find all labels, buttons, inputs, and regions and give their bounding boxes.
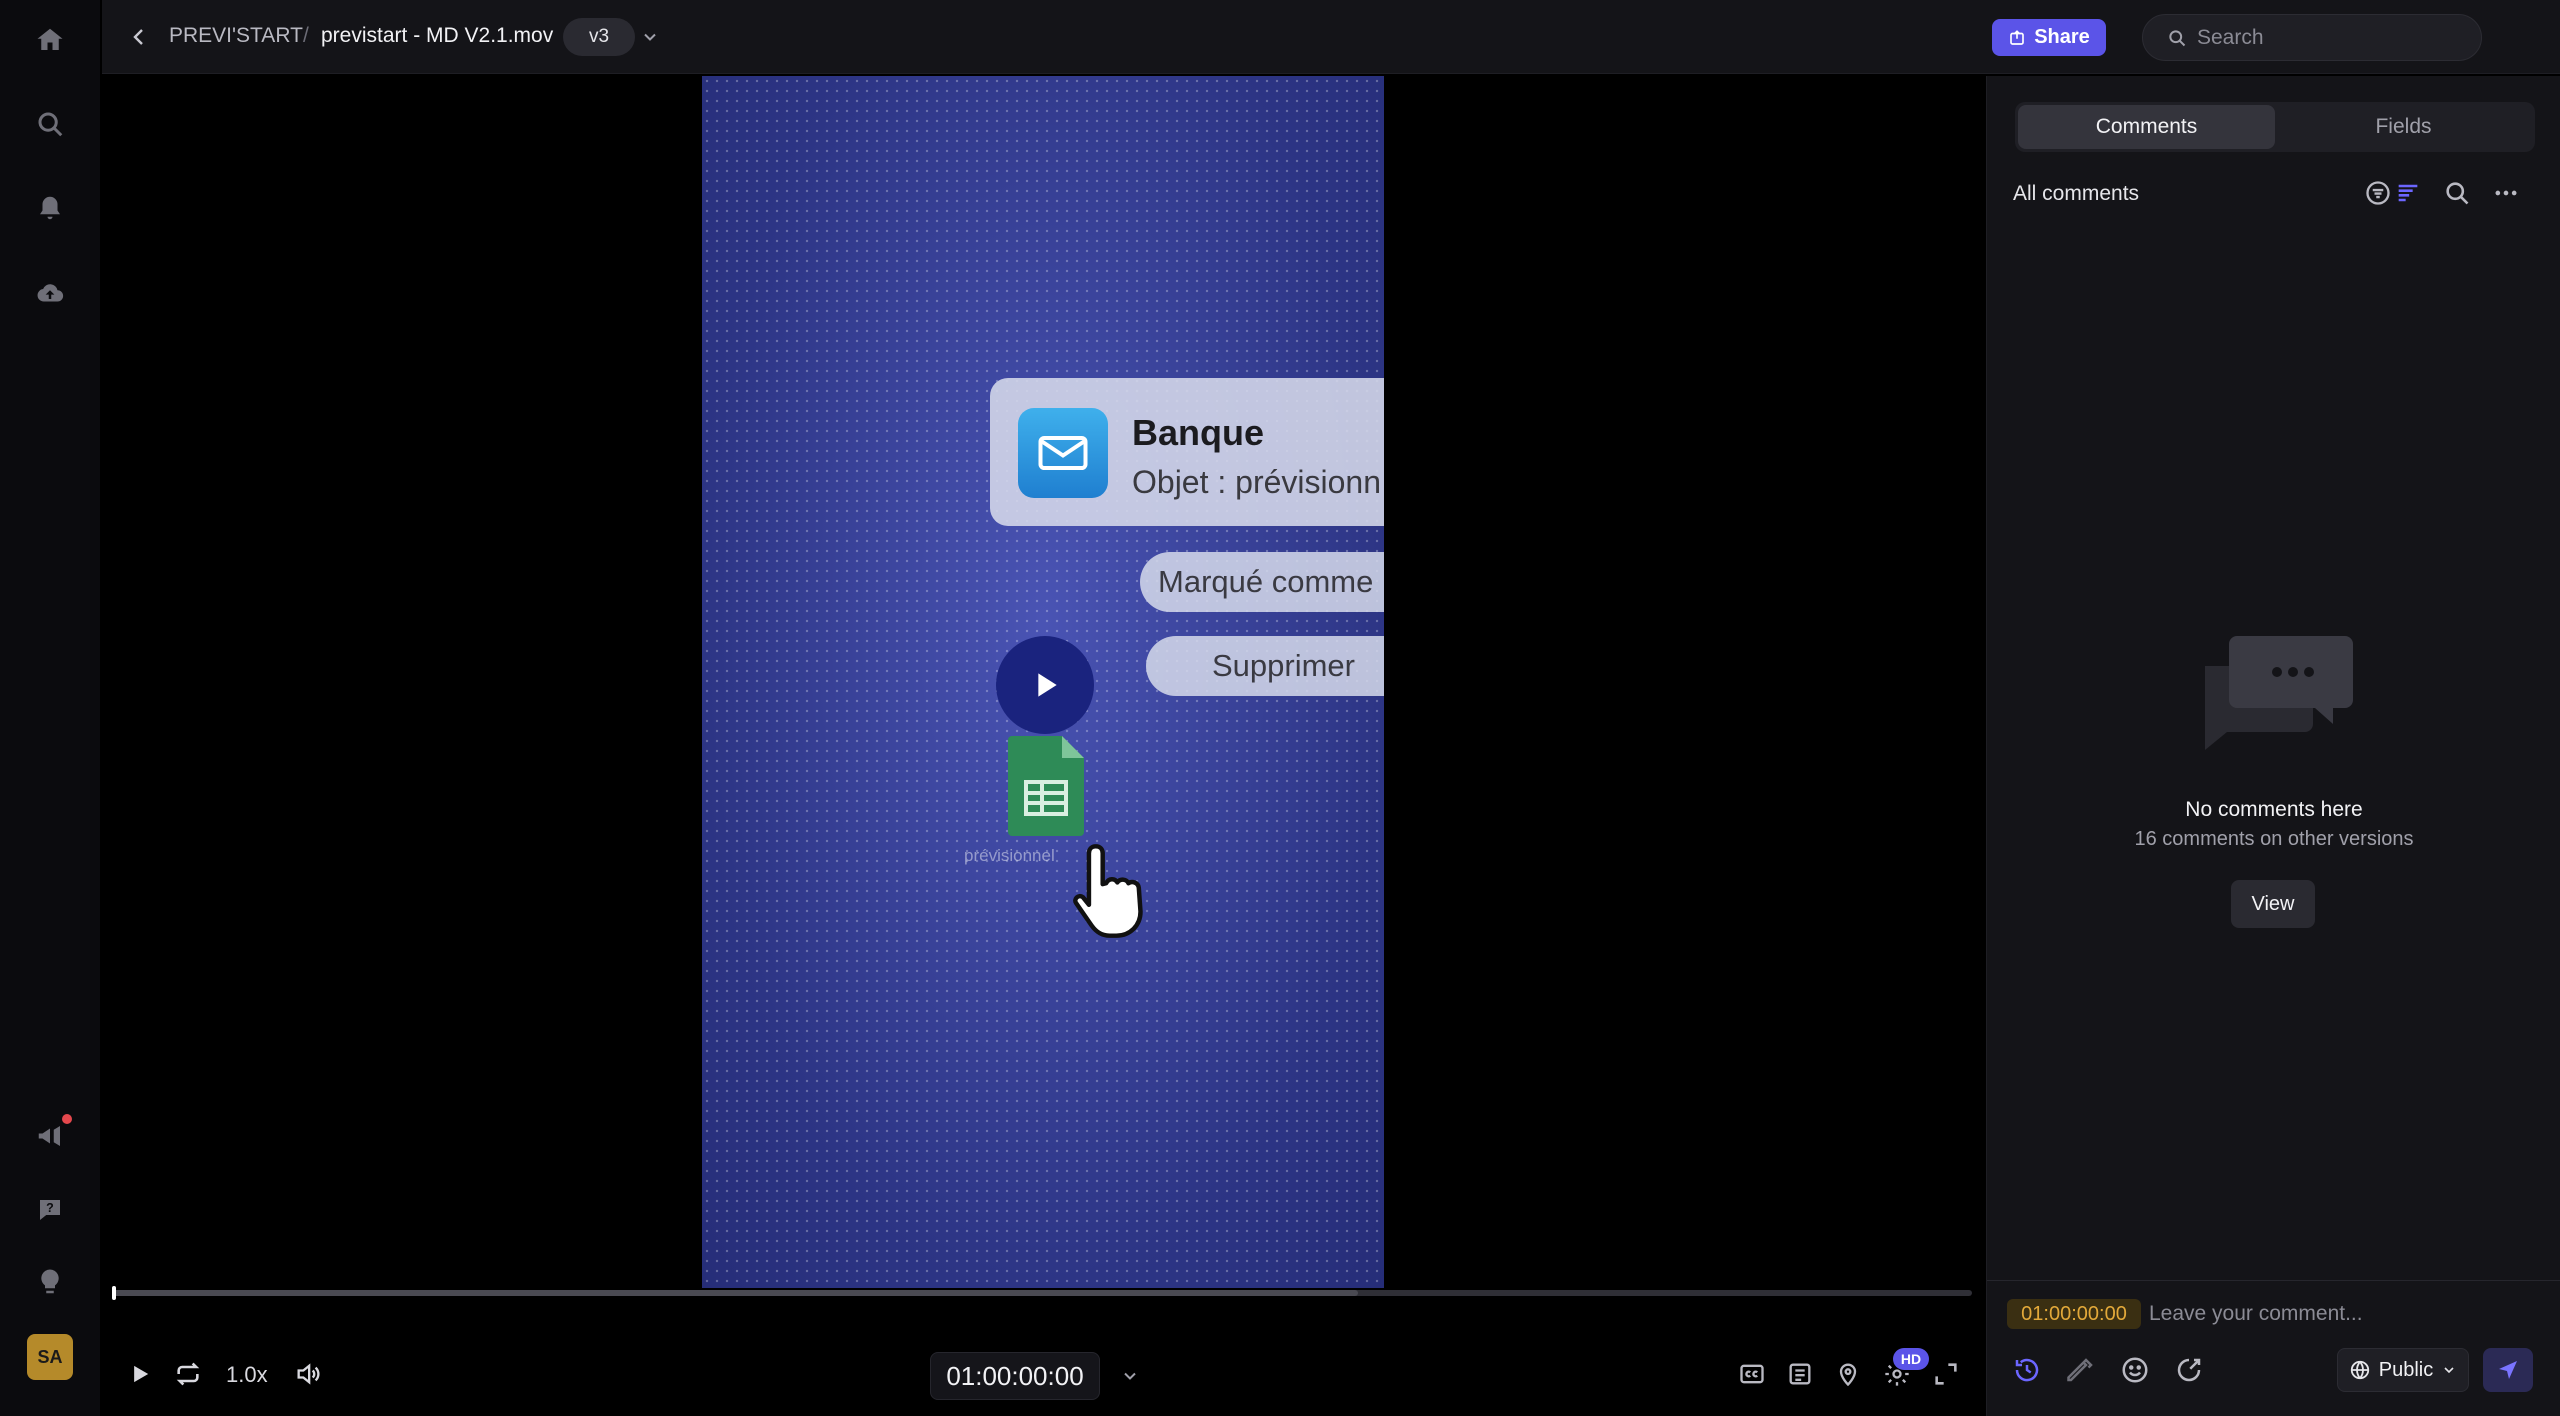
comment-input[interactable] — [2149, 1298, 2529, 1330]
comment-timecode[interactable]: 01:00:00:00 — [2007, 1299, 2141, 1329]
top-bar: PREVI'START / previstart - MD V2.1.mov v… — [102, 0, 2560, 74]
chevron-down-icon[interactable] — [635, 22, 665, 52]
timeline-buffered — [112, 1290, 1359, 1296]
breadcrumb-project[interactable]: PREVI'START — [169, 24, 303, 48]
visibility-label: Public — [2378, 1358, 2434, 1381]
comments-filter-label[interactable]: All comments — [2013, 182, 2139, 206]
quality-badge: HD — [1893, 1348, 1929, 1370]
chevron-down-icon[interactable] — [1116, 1362, 1144, 1390]
timeline-scrubber[interactable] — [112, 1286, 1972, 1300]
annotate-icon[interactable] — [2063, 1352, 2099, 1388]
video-stage[interactable]: Banque Objet : prévisionn Marqué comme S… — [102, 76, 1984, 1288]
play-overlay-button[interactable] — [996, 636, 1094, 734]
panel-tabs: Comments Fields — [2015, 102, 2535, 152]
mark-as-action: Marqué comme — [1140, 552, 1384, 612]
search-input[interactable] — [2197, 25, 2437, 50]
timecode-display[interactable]: 01:00:00:00 — [930, 1352, 1100, 1400]
closed-captions-icon[interactable] — [1734, 1356, 1770, 1392]
more-options-icon[interactable] — [2489, 176, 2523, 210]
share-icon — [2010, 29, 2025, 45]
play-icon — [1038, 673, 1057, 697]
search-icon — [2169, 29, 2186, 46]
volume-icon[interactable] — [290, 1356, 326, 1392]
attachment-icon[interactable] — [2171, 1352, 2207, 1388]
search-field[interactable] — [2142, 14, 2482, 61]
emoji-icon[interactable] — [2117, 1352, 2153, 1388]
mail-icon — [1018, 408, 1108, 498]
empty-comments-illustration — [2205, 636, 2353, 750]
video-frame[interactable]: Banque Objet : prévisionn Marqué comme S… — [702, 76, 1384, 1288]
composer-divider — [1987, 1280, 2560, 1281]
breadcrumb-file-name: previstart - MD V2.1.mov — [321, 24, 554, 47]
globe-icon — [2350, 1360, 2369, 1380]
empty-state-title: No comments here — [2185, 798, 2363, 821]
comments-panel: Comments Fields All comments No comments… — [1986, 76, 2560, 1416]
hand-cursor-icon — [1073, 844, 1143, 938]
spreadsheet-file-icon — [1008, 736, 1084, 836]
delete-action: Supprimer — [1146, 636, 1384, 696]
version-selector[interactable]: v3 — [563, 18, 635, 56]
lightbulb-icon[interactable] — [30, 1262, 70, 1302]
bell-icon[interactable] — [30, 188, 70, 228]
share-button[interactable]: Share — [1992, 19, 2106, 56]
share-label: Share — [2034, 26, 2090, 48]
play-icon[interactable] — [122, 1356, 158, 1392]
svg-text:?: ? — [46, 1201, 54, 1215]
cloud-upload-icon[interactable] — [30, 274, 70, 314]
left-rail: ? SA — [0, 0, 100, 1416]
empty-state-subtitle: 16 comments on other versions — [2134, 828, 2414, 850]
avatar[interactable]: SA — [27, 1334, 73, 1380]
notification-subject: Objet : prévisionn — [1132, 464, 1382, 500]
view-button[interactable]: View — [2231, 880, 2315, 928]
playhead[interactable] — [112, 1286, 116, 1300]
chevron-down-icon — [2444, 1367, 2454, 1374]
send-icon — [2499, 1361, 2517, 1379]
file-label: prévisionnel — [964, 846, 1055, 865]
playback-speed[interactable]: 1.0x — [226, 1362, 268, 1388]
loop-icon[interactable] — [170, 1356, 206, 1392]
tab-fields[interactable]: Fields — [2275, 105, 2532, 149]
search-icon[interactable] — [2440, 176, 2474, 210]
marker-pin-icon[interactable] — [1830, 1356, 1866, 1392]
time-range-icon[interactable] — [2009, 1352, 2045, 1388]
notification-dot — [62, 1114, 72, 1124]
send-button[interactable] — [2483, 1348, 2533, 1392]
help-icon[interactable]: ? — [30, 1190, 70, 1230]
fullscreen-icon[interactable] — [1928, 1356, 1964, 1392]
tab-comments[interactable]: Comments — [2018, 105, 2275, 149]
home-icon[interactable] — [30, 20, 70, 60]
mail-notification-card: Banque Objet : prévisionn — [990, 378, 1384, 526]
notification-title: Banque — [1132, 412, 1265, 453]
sort-icon[interactable] — [2391, 176, 2425, 210]
filter-icon[interactable] — [2361, 176, 2395, 210]
breadcrumb-separator: / — [303, 24, 309, 47]
search-icon[interactable] — [30, 104, 70, 144]
visibility-selector[interactable]: Public — [2337, 1348, 2469, 1392]
back-arrow-icon[interactable] — [122, 20, 156, 54]
transcript-icon[interactable] — [1782, 1356, 1818, 1392]
